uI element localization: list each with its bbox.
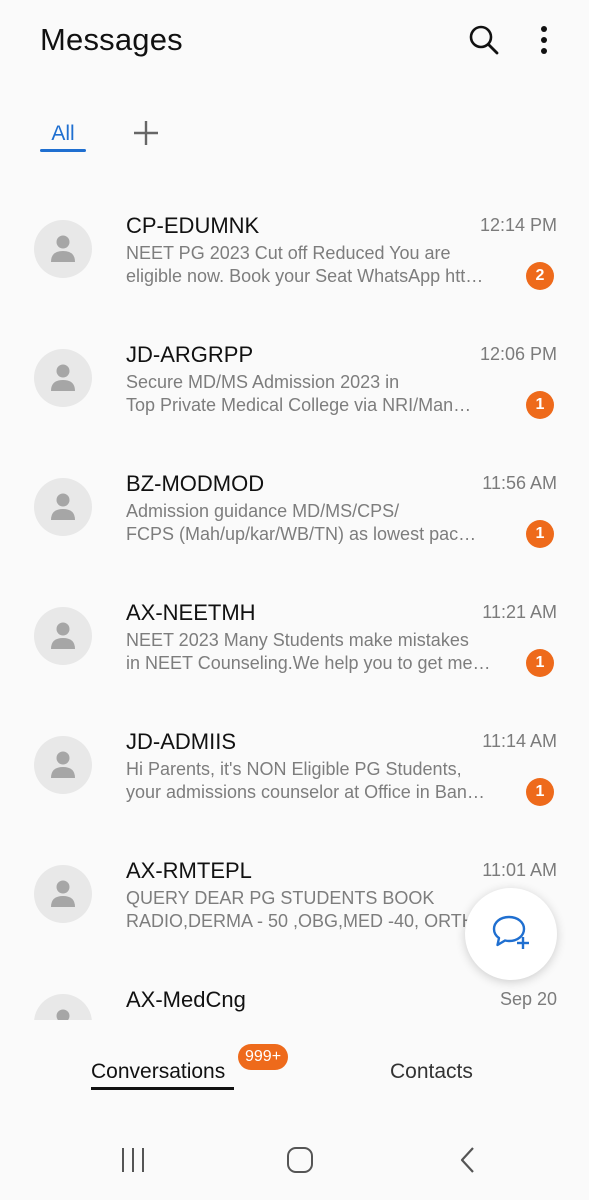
new-conversation-button[interactable] (465, 888, 557, 980)
message-time: Sep 20 (499, 989, 557, 1009)
avatar (34, 736, 92, 794)
sender-name: JD-ARGRPP (126, 342, 254, 367)
preview-line: Top Private Medical College via NRI/Man… (126, 395, 472, 415)
unread-badge: 1 (526, 649, 554, 677)
message-preview: Secure MD/MS Admission 2023 in Top Priva… (126, 371, 506, 417)
sender-name: CP-EDUMNK (126, 213, 260, 238)
unread-badge: 1 (526, 778, 554, 806)
message-time: 12:06 PM (479, 344, 557, 364)
back-icon[interactable] (448, 1142, 488, 1178)
filter-tabs: All (0, 112, 589, 162)
preview-line: NEET 2023 Many Students make mistakes (126, 630, 469, 650)
unread-badge: 1 (526, 520, 554, 548)
preview-line: Secure MD/MS Admission 2023 in (126, 372, 400, 392)
avatar (34, 478, 92, 536)
message-preview: Admission guidance MD/MS/CPS/ FCPS (Mah/… (126, 500, 506, 546)
unread-badge: 2 (526, 262, 554, 290)
preview-line: your admissions counselor at Office in B… (126, 782, 485, 802)
message-time: 12:14 PM (479, 215, 557, 235)
preview-line: in NEET Counseling.We help you to get me… (126, 653, 491, 673)
page-title: Messages (40, 22, 183, 57)
preview-line: RADIO,DERMA - 50 ,OBG,MED -40, ORTH… (126, 911, 493, 931)
preview-line: Hi Parents, it's NON Eligible PG Student… (126, 759, 462, 779)
avatar (34, 349, 92, 407)
recents-icon[interactable] (113, 1142, 153, 1178)
preview-line: Admission guidance MD/MS/CPS/ (126, 501, 400, 521)
message-time: 11:21 AM (482, 602, 557, 622)
message-preview: NEET PG 2023 Cut off Reduced You are eli… (126, 242, 506, 288)
conversation-item[interactable]: CP-EDUMNK 12:14 PM NEET PG 2023 Cut off … (0, 194, 589, 323)
sender-name: AX-MedCng (126, 987, 246, 1012)
preview-line: FCPS (Mah/up/kar/WB/TN) as lowest pac… (126, 524, 477, 544)
sender-name: AX-NEETMH (126, 600, 256, 625)
search-icon[interactable] (464, 20, 504, 60)
avatar (34, 865, 92, 923)
system-nav-bar (0, 1130, 589, 1190)
preview-line: QUERY DEAR PG STUDENTS BOOK (126, 888, 435, 908)
preview-line: NEET PG 2023 Cut off Reduced You are (126, 243, 451, 263)
conversation-item[interactable]: JD-ADMIIS 11:14 AM Hi Parents, it's NON … (0, 710, 589, 839)
unread-badge: 1 (526, 391, 554, 419)
tab-indicator (91, 1087, 234, 1090)
message-preview: Hi Parents, it's NON Eligible PG Student… (126, 758, 506, 804)
message-time: 11:01 AM (482, 860, 557, 880)
sender-name: JD-ADMIIS (126, 729, 236, 754)
avatar (34, 220, 92, 278)
message-time: 11:56 AM (482, 473, 557, 493)
app-header: Messages (0, 0, 589, 90)
add-category-icon[interactable] (130, 117, 162, 149)
tab-all[interactable]: All (40, 122, 86, 146)
message-preview: QUERY DEAR PG STUDENTS BOOK RADIO,DERMA … (126, 887, 506, 933)
message-preview: NEET 2023 Many Students make mistakes in… (126, 629, 506, 675)
message-time: 11:14 AM (482, 731, 557, 751)
unread-count-badge: 999+ (238, 1044, 289, 1070)
tab-indicator (40, 149, 86, 152)
conversation-item[interactable]: AX-NEETMH 11:21 AM NEET 2023 Many Studen… (0, 581, 589, 710)
sender-name: AX-RMTEPL (126, 858, 252, 883)
tab-conversations[interactable]: Conversations (91, 1060, 225, 1084)
conversation-item[interactable]: JD-ARGRPP 12:06 PM Secure MD/MS Admissio… (0, 323, 589, 452)
more-options-icon[interactable] (524, 20, 564, 60)
bottom-tab-bar: Conversations 999+ Contacts (0, 1040, 589, 1110)
new-chat-icon (491, 913, 531, 956)
preview-line: eligible now. Book your Seat WhatsApp ht… (126, 266, 484, 286)
conversation-item[interactable]: BZ-MODMOD 11:56 AM Admission guidance MD… (0, 452, 589, 581)
sender-name: BZ-MODMOD (126, 471, 265, 496)
tab-contacts[interactable]: Contacts (390, 1060, 473, 1084)
home-icon[interactable] (280, 1142, 320, 1178)
avatar (34, 607, 92, 665)
avatar (34, 994, 92, 1020)
